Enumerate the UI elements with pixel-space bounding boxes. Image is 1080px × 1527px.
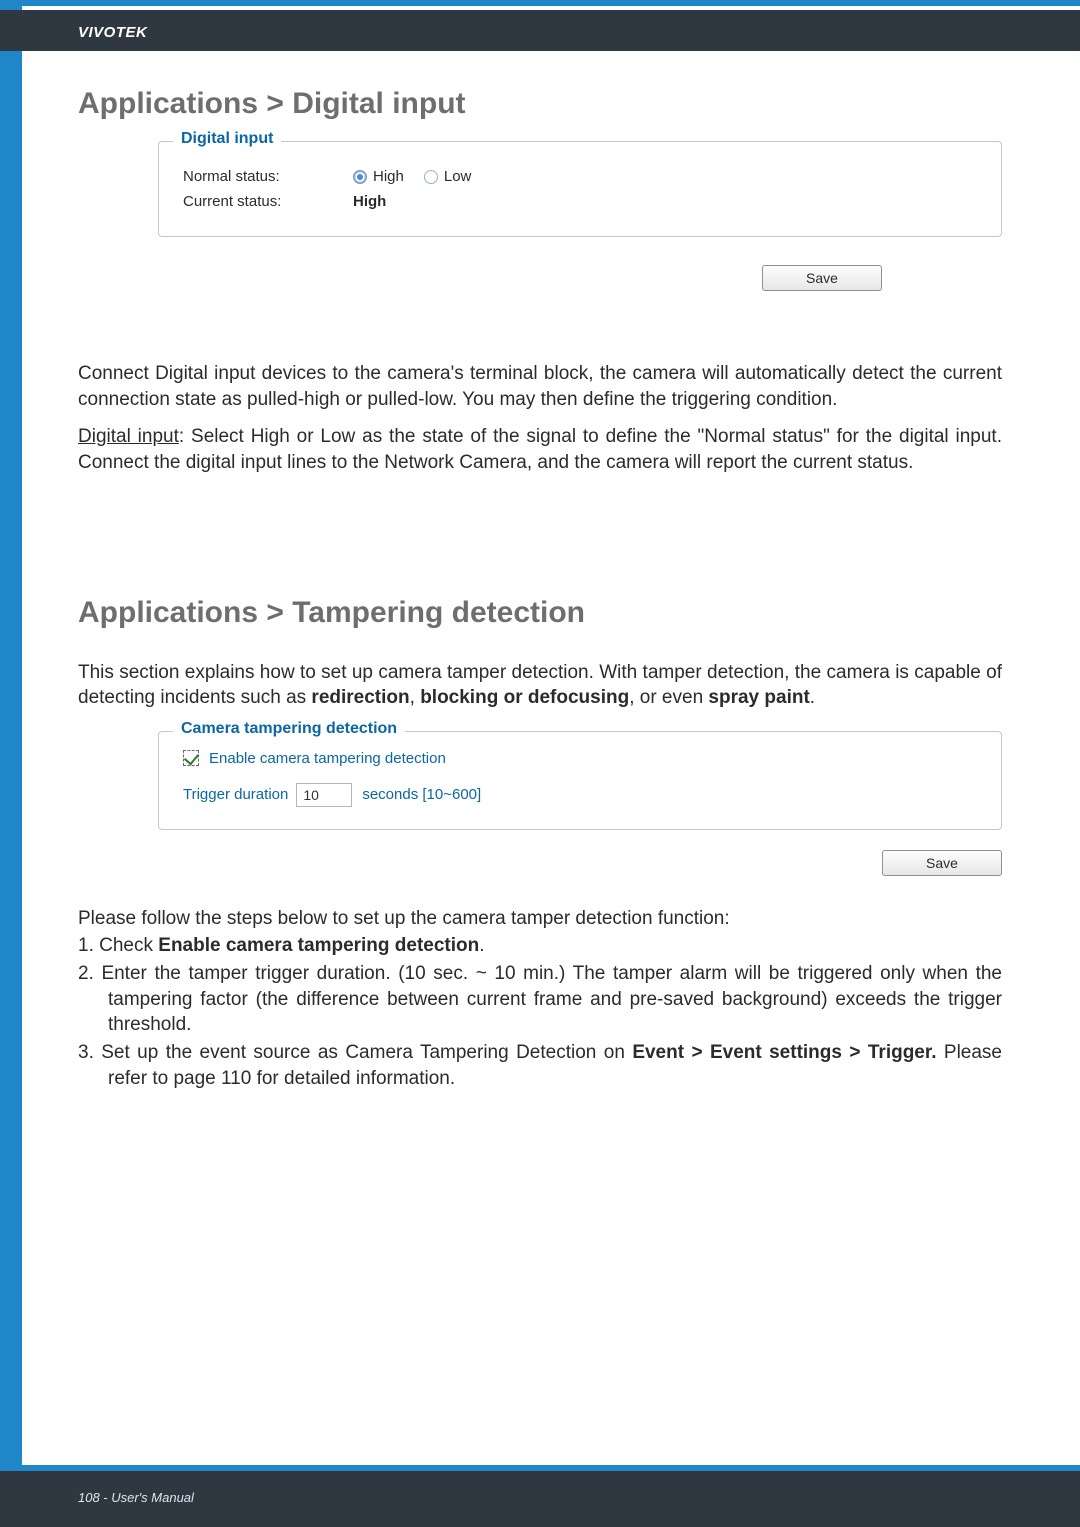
step1-b: Enable camera tampering detection: [158, 935, 479, 956]
enable-tampering-label: Enable camera tampering detection: [209, 750, 446, 767]
para-digital-input: Digital input: Select High or Low as the…: [78, 424, 1002, 475]
para-tamper-intro: This section explains how to set up came…: [78, 660, 1002, 711]
enable-tampering-checkbox[interactable]: [183, 750, 199, 766]
steps-lead: Please follow the steps below to set up …: [78, 906, 1002, 932]
suffix-trigger-duration: seconds [10~600]: [362, 786, 481, 803]
intro-end: .: [810, 687, 815, 708]
digital-input-fieldset: Digital input Normal status: High Low Cu…: [158, 141, 1002, 237]
step-3: 3. Set up the event source as Camera Tam…: [78, 1040, 1002, 1091]
save-row-2: Save: [158, 850, 1002, 876]
save-button[interactable]: Save: [762, 265, 882, 291]
intro-sep1: ,: [410, 687, 421, 708]
tampering-fieldset: Camera tampering detection Enable camera…: [158, 731, 1002, 830]
radio-low[interactable]: Low: [424, 168, 472, 185]
radio-low-label: Low: [444, 168, 472, 185]
radio-selected-icon: [353, 170, 367, 184]
para-connect: Connect Digital input devices to the cam…: [78, 361, 1002, 412]
intro-blocking: blocking or defocusing: [420, 687, 629, 708]
step-1: 1. Check Enable camera tampering detecti…: [78, 933, 1002, 959]
top-divider: [0, 0, 1080, 6]
step1-a: 1. Check: [78, 935, 158, 956]
radio-high-label: High: [373, 168, 404, 185]
left-accent-stripe: [0, 0, 22, 1527]
radio-unselected-icon: [424, 170, 438, 184]
label-normal-status: Normal status:: [183, 168, 353, 185]
step3-a: 3. Set up the event source as Camera Tam…: [78, 1042, 632, 1063]
save-button-2[interactable]: Save: [882, 850, 1002, 876]
row-normal-status: Normal status: High Low: [183, 168, 977, 185]
save-row-1: Save: [158, 265, 1002, 291]
label-current-status: Current status:: [183, 193, 353, 210]
footer-page: 108 - User's Manual: [78, 1490, 194, 1505]
input-trigger-duration[interactable]: [296, 783, 352, 807]
para-digital-input-rest: : Select High or Low as the state of the…: [78, 426, 1002, 473]
section-title-digital-input: Applications > Digital input: [78, 87, 1002, 121]
value-current-status: High: [353, 193, 386, 210]
tampering-legend: Camera tampering detection: [173, 720, 405, 738]
intro-redirection: redirection: [311, 687, 409, 708]
step3-b: Event > Event settings > Trigger.: [632, 1042, 936, 1063]
step-2: 2. Enter the tamper trigger duration. (1…: [78, 961, 1002, 1038]
digital-input-legend: Digital input: [173, 130, 281, 148]
label-trigger-duration: Trigger duration: [183, 786, 288, 803]
row-trigger-duration: Trigger duration seconds [10~600]: [183, 783, 977, 807]
intro-sep2: , or even: [629, 687, 708, 708]
header-brand: VIVOTEK: [0, 10, 1080, 51]
row-enable-tampering: Enable camera tampering detection: [183, 750, 977, 767]
intro-spray: spray paint: [708, 687, 809, 708]
row-current-status: Current status: High: [183, 193, 977, 210]
step1-c: .: [479, 935, 484, 956]
radio-high[interactable]: High: [353, 168, 404, 185]
steps-block: Please follow the steps below to set up …: [78, 906, 1002, 1091]
section-title-tampering: Applications > Tampering detection: [78, 596, 1002, 630]
underline-digital-input: Digital input: [78, 426, 179, 447]
